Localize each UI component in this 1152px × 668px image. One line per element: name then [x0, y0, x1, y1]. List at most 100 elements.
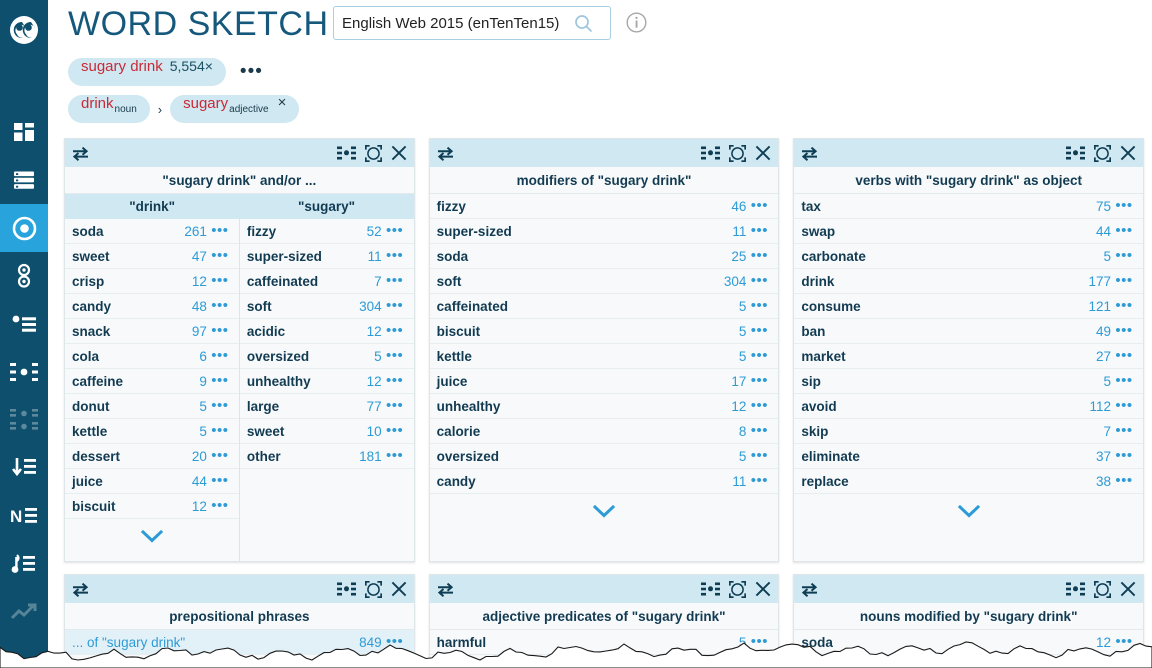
- result-row[interactable]: sweet 47 •••: [65, 244, 239, 269]
- result-row-menu[interactable]: •••: [207, 298, 233, 313]
- result-row[interactable]: oversized 5 •••: [239, 344, 414, 369]
- search-icon[interactable]: [566, 14, 600, 33]
- close-icon[interactable]: [1120, 145, 1136, 161]
- focus-view-icon[interactable]: [364, 580, 382, 598]
- result-row[interactable]: caffeinated 7 •••: [239, 269, 414, 294]
- result-row[interactable]: candy 48 •••: [65, 294, 239, 319]
- swap-arrows-icon[interactable]: [800, 146, 819, 161]
- result-row[interactable]: donut 5 •••: [65, 394, 239, 419]
- cluster-view-icon[interactable]: [701, 582, 721, 596]
- focus-view-icon[interactable]: [729, 144, 747, 162]
- modifier-chip[interactable]: sugary adjective ×: [170, 94, 300, 123]
- expand-more-button[interactable]: [65, 519, 239, 553]
- result-row-menu[interactable]: •••: [382, 298, 408, 313]
- close-icon[interactable]: [391, 145, 407, 161]
- cluster-view-icon[interactable]: [336, 582, 356, 596]
- result-row-menu[interactable]: •••: [746, 348, 772, 363]
- close-icon[interactable]: [391, 581, 407, 597]
- sidebar-item-word-sketch[interactable]: [0, 204, 48, 252]
- result-row[interactable]: soft 304 •••: [239, 294, 414, 319]
- result-row-menu[interactable]: •••: [207, 323, 233, 338]
- result-row[interactable]: candy 11 •••: [429, 469, 779, 494]
- result-row-menu[interactable]: •••: [746, 273, 772, 288]
- result-row-menu[interactable]: •••: [382, 373, 408, 388]
- result-row[interactable]: fizzy 46 •••: [429, 194, 779, 219]
- close-icon[interactable]: [1120, 581, 1136, 597]
- result-row[interactable]: cola 6 •••: [65, 344, 239, 369]
- result-row-menu[interactable]: •••: [207, 448, 233, 463]
- result-row-menu[interactable]: •••: [746, 373, 772, 388]
- result-row-menu[interactable]: •••: [746, 298, 772, 313]
- info-icon[interactable]: [626, 12, 647, 38]
- corpus-selector[interactable]: [333, 6, 611, 40]
- result-row[interactable]: biscuit 5 •••: [429, 319, 779, 344]
- result-row[interactable]: soft 304 •••: [429, 269, 779, 294]
- result-row[interactable]: super-sized 11 •••: [239, 244, 414, 269]
- swap-arrows-icon[interactable]: [71, 146, 90, 161]
- close-icon[interactable]: [755, 581, 771, 597]
- focus-view-icon[interactable]: [364, 144, 382, 162]
- swap-arrows-icon[interactable]: [436, 582, 455, 597]
- focus-view-icon[interactable]: [729, 580, 747, 598]
- cluster-view-icon[interactable]: [701, 146, 721, 160]
- result-row[interactable]: super-sized 11 •••: [429, 219, 779, 244]
- result-row[interactable]: caffeinated 5 •••: [429, 294, 779, 319]
- result-row-menu[interactable]: •••: [382, 223, 408, 238]
- result-row[interactable]: consume 121 •••: [794, 294, 1144, 319]
- sidebar-item-parallel-concordance[interactable]: [0, 396, 48, 444]
- result-row[interactable]: large 77 •••: [239, 394, 414, 419]
- sidebar-item-keywords[interactable]: [0, 540, 48, 588]
- result-row-menu[interactable]: •••: [207, 498, 233, 513]
- close-icon[interactable]: [755, 145, 771, 161]
- result-row[interactable]: juice 44 •••: [65, 469, 239, 494]
- result-row-menu[interactable]: •••: [746, 634, 772, 649]
- result-row[interactable]: juice 17 •••: [429, 369, 779, 394]
- expand-more-button[interactable]: [794, 494, 1143, 528]
- result-row-menu[interactable]: •••: [207, 273, 233, 288]
- result-row-menu[interactable]: •••: [746, 448, 772, 463]
- result-row-menu[interactable]: •••: [382, 448, 408, 463]
- result-row[interactable]: drink 177 •••: [794, 269, 1144, 294]
- result-row-menu[interactable]: •••: [382, 248, 408, 263]
- sidebar-item-word-list[interactable]: [0, 444, 48, 492]
- result-row[interactable]: caffeine 9 •••: [65, 369, 239, 394]
- focus-view-icon[interactable]: [1094, 580, 1112, 598]
- swap-arrows-icon[interactable]: [800, 582, 819, 597]
- result-row[interactable]: sweet 10 •••: [239, 419, 414, 444]
- result-row-menu[interactable]: •••: [1111, 223, 1137, 238]
- result-row[interactable]: oversized 5 •••: [429, 444, 779, 469]
- result-row-menu[interactable]: •••: [1111, 248, 1137, 263]
- lemma-chip[interactable]: drink noun: [68, 95, 150, 123]
- result-row[interactable]: unhealthy 12 •••: [429, 394, 779, 419]
- cluster-view-icon[interactable]: [1066, 146, 1086, 160]
- result-row[interactable]: harmful 5 •••: [429, 630, 779, 655]
- result-row[interactable]: unhealthy 12 •••: [239, 369, 414, 394]
- result-row-menu[interactable]: •••: [382, 273, 408, 288]
- result-row-menu[interactable]: •••: [207, 423, 233, 438]
- result-row-menu[interactable]: •••: [746, 198, 772, 213]
- swap-arrows-icon[interactable]: [71, 582, 90, 597]
- result-row[interactable]: eliminate 37 •••: [794, 444, 1144, 469]
- result-row-menu[interactable]: •••: [1111, 323, 1137, 338]
- result-row-menu[interactable]: •••: [746, 423, 772, 438]
- result-row[interactable]: replace 38 •••: [794, 469, 1144, 494]
- result-row[interactable]: avoid 112 •••: [794, 394, 1144, 419]
- result-row[interactable]: crisp 12 •••: [65, 269, 239, 294]
- result-row[interactable]: soda 12 •••: [794, 630, 1144, 655]
- result-row[interactable]: swap 44 •••: [794, 219, 1144, 244]
- result-row[interactable]: ... of "sugary drink" 849 •••: [65, 630, 414, 655]
- result-row[interactable]: tax 75 •••: [794, 194, 1144, 219]
- result-row[interactable]: calorie 8 •••: [429, 419, 779, 444]
- sidebar-item-dashboard[interactable]: [0, 108, 48, 156]
- result-row[interactable]: skip 7 •••: [794, 419, 1144, 444]
- result-row-menu[interactable]: •••: [746, 248, 772, 263]
- sidebar-item-trends[interactable]: [0, 588, 48, 636]
- result-row[interactable]: snack 97 •••: [65, 319, 239, 344]
- result-row[interactable]: fizzy 52 •••: [239, 219, 414, 244]
- result-row-menu[interactable]: •••: [1111, 448, 1137, 463]
- result-row[interactable]: carbonate 5 •••: [794, 244, 1144, 269]
- result-row[interactable]: acidic 12 •••: [239, 319, 414, 344]
- result-row[interactable]: other 181 •••: [239, 444, 414, 469]
- result-row-menu[interactable]: •••: [382, 348, 408, 363]
- sidebar-item-concordance[interactable]: [0, 348, 48, 396]
